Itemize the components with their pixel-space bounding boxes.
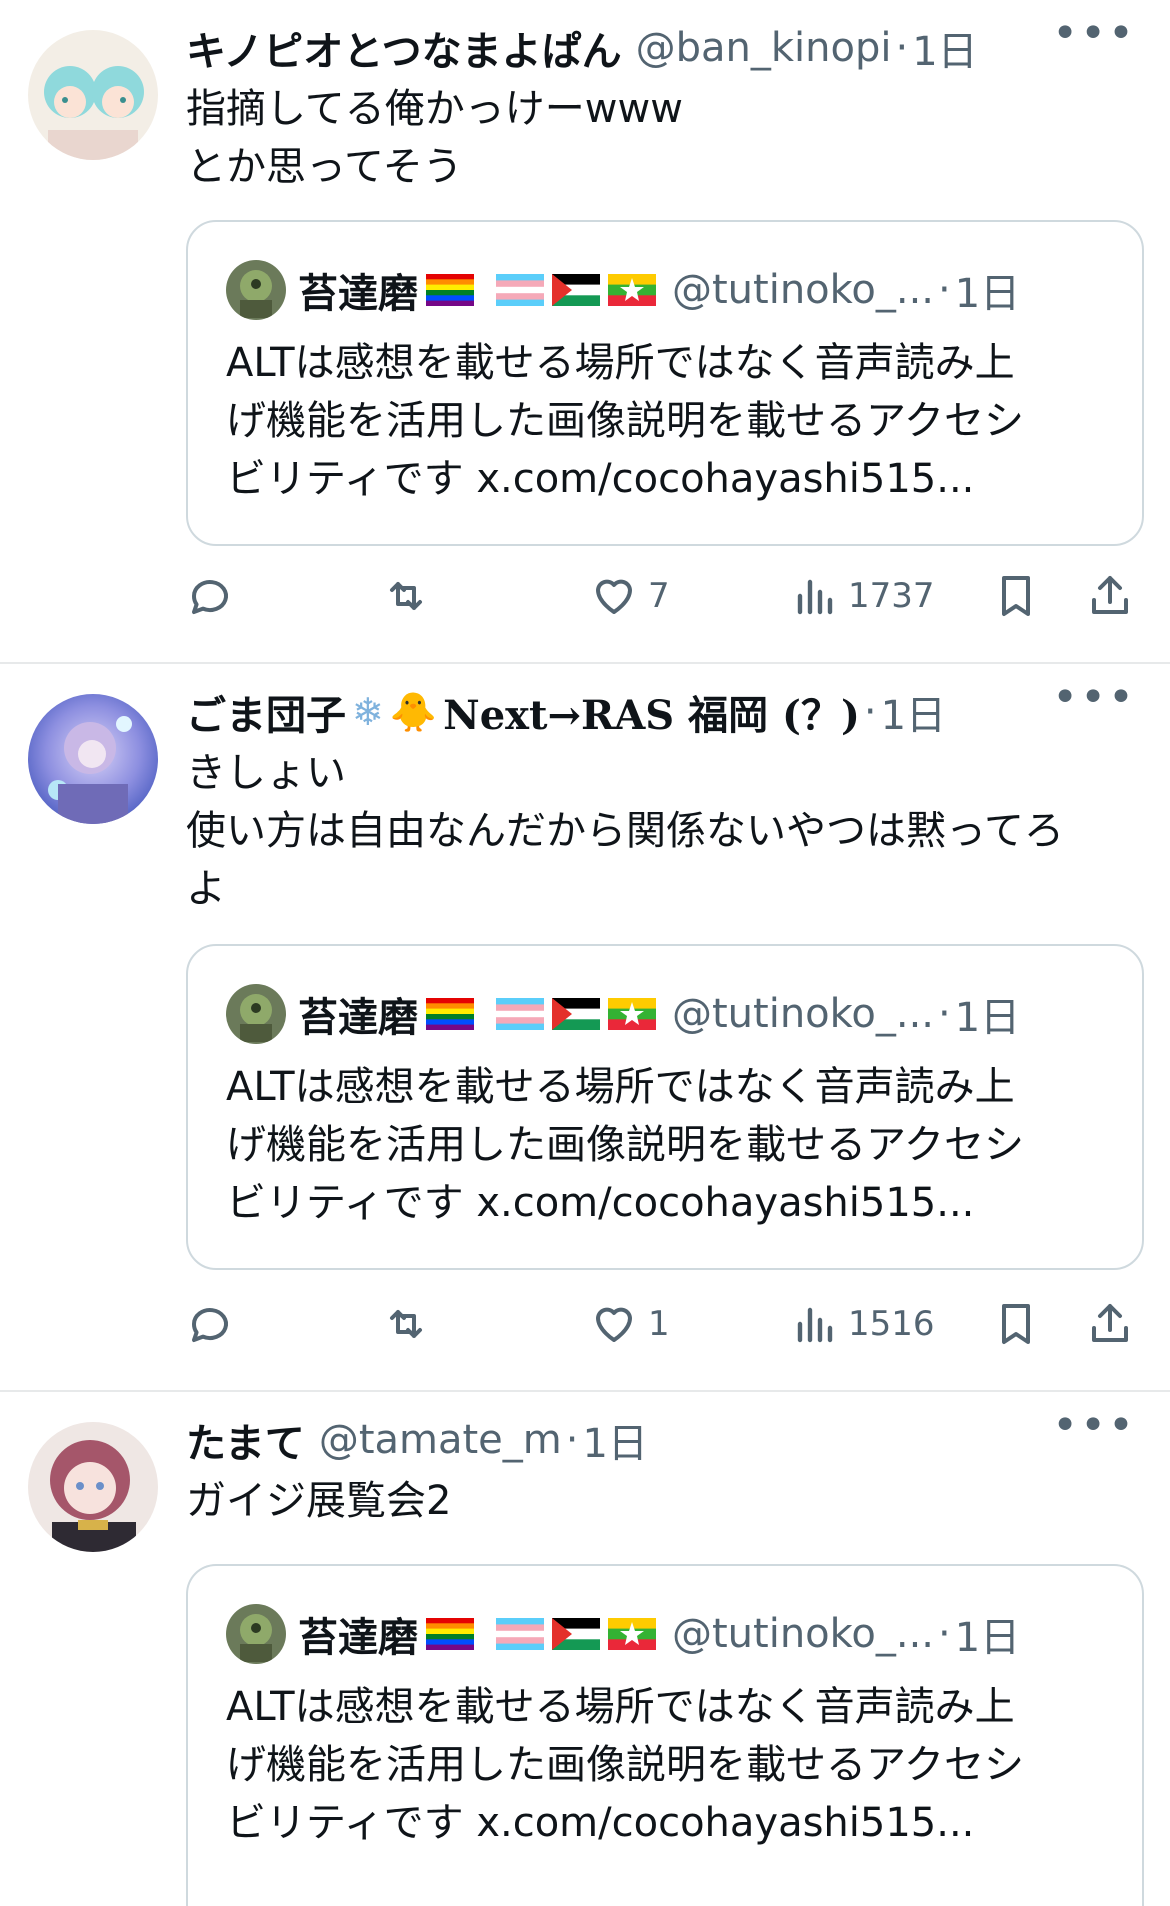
quote-user-handle: @tutinoko_... [672, 1611, 935, 1657]
like-button[interactable]: 7 [590, 566, 670, 626]
transgender-flag-icon [496, 1618, 544, 1650]
reply-button[interactable] [186, 1294, 234, 1354]
avatar[interactable] [28, 694, 158, 824]
quoted-tweet[interactable]: 苔達磨 @tutinoko_... · 1日 ALTは感想を載せる場所ではなく音… [186, 1564, 1144, 1906]
quote-header: 苔達磨 @tutinoko_... · 1日 [226, 260, 1020, 320]
tweet[interactable]: たまて @tamate_m · 1日 ••• ガイジ展覧会2 苔達磨 @tuti… [0, 1392, 1170, 1906]
quote-user-handle: @tutinoko_... [672, 267, 935, 313]
quoted-tweet[interactable]: 苔達磨 @tutinoko_... · 1日 ALTは感想を載せる場所ではなく音… [186, 944, 1144, 1270]
share-icon [1092, 1304, 1128, 1342]
share-button[interactable] [1086, 1294, 1134, 1354]
display-name[interactable]: たまて [186, 1411, 305, 1469]
tweet-text: 指摘してる俺かっけーwww とか思ってそう [186, 86, 683, 190]
quote-avatar [226, 984, 286, 1044]
bookmark-button[interactable] [992, 1294, 1040, 1354]
retweet-button[interactable] [382, 566, 430, 626]
separator-dot: · [863, 689, 877, 735]
reply-icon [192, 580, 228, 614]
share-button[interactable] [1086, 566, 1134, 626]
tweet-header: たまて @tamate_m · 1日 [186, 1410, 1144, 1470]
bookmark-icon [1002, 1304, 1030, 1344]
timestamp[interactable]: 1日 [881, 683, 946, 741]
quote-display-name: 苔達磨 [298, 1615, 418, 1661]
separator-dot: · [938, 267, 951, 313]
bookmark-button[interactable] [992, 566, 1040, 626]
more-icon[interactable]: ••• [1052, 8, 1136, 59]
rainbow-flag-icon [426, 274, 474, 306]
retweet-button[interactable] [382, 1294, 430, 1354]
quote-text: ALTは感想を載せる場所ではなく音声読み上 げ機能を活用した画像説明を載せるアク… [226, 340, 1024, 502]
like-button[interactable]: 1 [590, 1294, 670, 1354]
like-count: 7 [648, 576, 670, 616]
rainbow-flag-icon [426, 998, 474, 1030]
retweet-icon [390, 1310, 422, 1338]
separator-dot: · [895, 25, 909, 71]
tweet-text: ガイジ展覧会2 [186, 1478, 452, 1524]
like-icon [596, 579, 632, 614]
avatar[interactable] [28, 30, 158, 160]
tweet-header: ごま団子 ❄ 🐥 Next→RAS 福岡 (？) · 1日 [186, 682, 1144, 742]
tweet-text: きしょい 使い方は自由なんだから関係ないやつは黙ってろ よ [186, 750, 1064, 912]
tweet[interactable]: キノピオとつなまよぱん @ban_kinopi · 1日 ••• 指摘してる俺か… [0, 0, 1170, 664]
display-name[interactable]: ごま団子 [186, 683, 346, 741]
palestine-flag-icon [552, 998, 600, 1030]
view-count: 1516 [848, 1304, 935, 1344]
views-icon [797, 579, 833, 615]
quote-timestamp: 1日 [954, 271, 1021, 317]
views-button[interactable]: 1737 [790, 566, 935, 626]
chick-icon: 🐥 [389, 689, 438, 734]
quote-avatar [226, 1604, 286, 1664]
transgender-flag-icon [496, 274, 544, 306]
tweet-header: キノピオとつなまよぱん @ban_kinopi · 1日 [186, 18, 1144, 78]
timestamp[interactable]: 1日 [912, 19, 977, 77]
reply-icon [192, 1308, 228, 1342]
more-icon[interactable]: ••• [1052, 672, 1136, 723]
action-bar: 1 1516 [186, 1294, 1144, 1354]
rainbow-flag-icon [426, 1618, 474, 1650]
palestine-flag-icon [552, 274, 600, 306]
action-bar: 7 1737 [186, 566, 1144, 626]
transgender-flag-icon [496, 998, 544, 1030]
separator-dot: · [565, 1417, 579, 1463]
quote-display-name: 苔達磨 [298, 995, 418, 1041]
more-icon[interactable]: ••• [1052, 1400, 1136, 1451]
timestamp[interactable]: 1日 [582, 1411, 647, 1469]
separator-dot: · [938, 991, 951, 1037]
quote-timestamp: 1日 [954, 1615, 1021, 1661]
quote-header: 苔達磨 @tutinoko_... · 1日 [226, 984, 1020, 1044]
share-icon [1092, 576, 1128, 614]
retweet-icon [390, 582, 422, 610]
avatar[interactable] [28, 1422, 158, 1552]
views-button[interactable]: 1516 [790, 1294, 935, 1354]
like-count: 1 [648, 1304, 670, 1344]
views-icon [797, 1307, 833, 1343]
quoted-tweet[interactable]: 苔達磨 @tutinoko_... · 1日 ALTは感想を載せる場所ではなく音… [186, 220, 1144, 546]
quote-text: ALTは感想を載せる場所ではなく音声読み上 げ機能を活用した画像説明を載せるアク… [226, 1064, 1024, 1226]
user-handle[interactable]: @tamate_m [319, 1417, 562, 1463]
like-icon [596, 1307, 632, 1342]
myanmar-flag-icon [608, 998, 656, 1030]
bookmark-icon [1002, 576, 1030, 616]
quote-avatar [226, 260, 286, 320]
quote-display-name: 苔達磨 [298, 271, 418, 317]
quote-header: 苔達磨 @tutinoko_... · 1日 [226, 1604, 1020, 1664]
view-count: 1737 [848, 576, 935, 616]
user-handle[interactable]: @ban_kinopi [636, 25, 892, 71]
palestine-flag-icon [552, 1618, 600, 1650]
quote-timestamp: 1日 [954, 995, 1021, 1041]
reply-button[interactable] [186, 566, 234, 626]
snowflake-icon: ❄ [352, 690, 384, 734]
quote-user-handle: @tutinoko_... [672, 991, 935, 1037]
quote-text: ALTは感想を載せる場所ではなく音声読み上 げ機能を活用した画像説明を載せるアク… [226, 1684, 1024, 1846]
separator-dot: · [938, 1611, 951, 1657]
display-name[interactable]: キノピオとつなまよぱん [186, 19, 622, 77]
myanmar-flag-icon [608, 274, 656, 306]
tweet[interactable]: ごま団子 ❄ 🐥 Next→RAS 福岡 (？) · 1日 ••• きしょい 使… [0, 664, 1170, 1392]
display-name-suffix: Next→RAS 福岡 (？) [443, 692, 860, 739]
myanmar-flag-icon [608, 1618, 656, 1650]
